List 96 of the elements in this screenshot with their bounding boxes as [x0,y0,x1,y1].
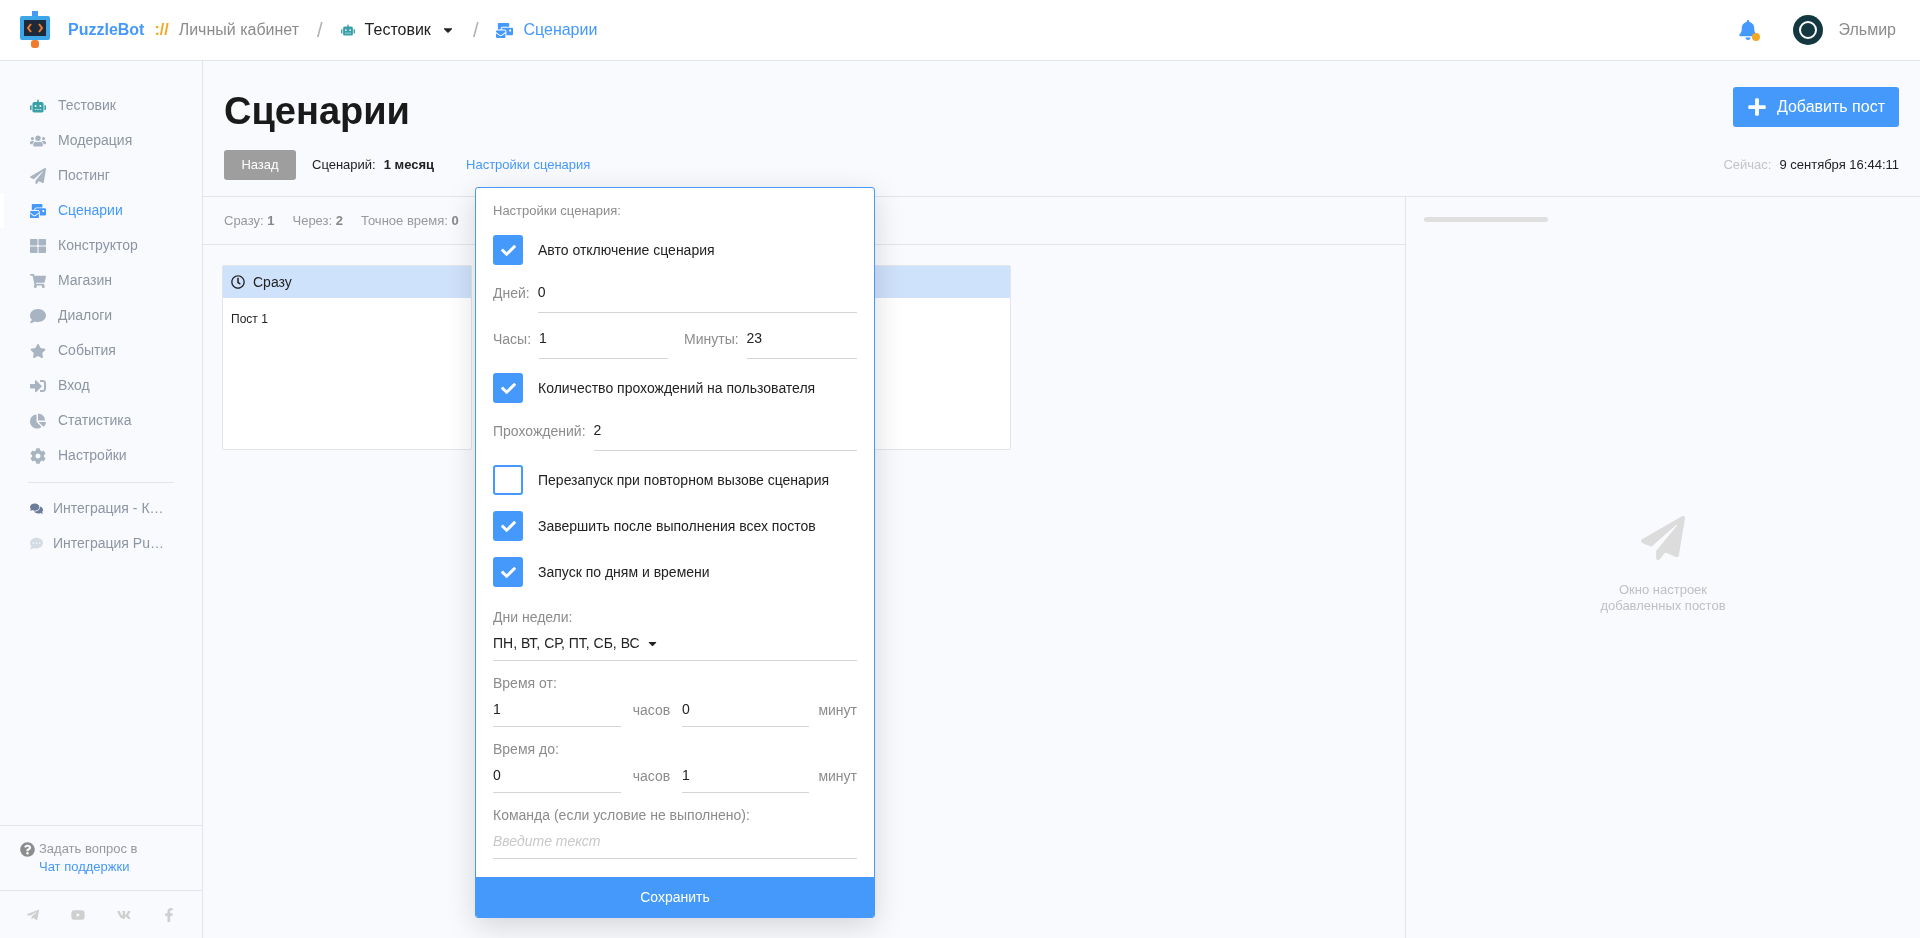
pie-chart-icon [30,412,46,429]
field-label: Команда (если условие не выполнено): [493,806,751,825]
check-icon [500,380,516,396]
settings-icon [30,447,46,464]
field-label: Прохождений: [493,421,586,441]
sidebar-item[interactable]: Постинг [0,158,202,193]
checkbox[interactable] [493,465,523,495]
chat-dots-icon [30,537,43,550]
sidebar-item[interactable]: События [0,333,202,368]
field-label: Минуты: [684,329,739,349]
bell-icon[interactable] [1736,19,1759,41]
input-field[interactable]: 0 [682,693,809,727]
plus-icon [1746,97,1767,117]
check-icon [500,564,516,580]
avatar-icon[interactable] [1792,15,1823,45]
speech-bubbles-icon [30,502,43,515]
youtube-icon[interactable] [71,907,86,922]
input-field[interactable]: 0 [537,273,857,313]
days-select[interactable]: ПН, ВТ, СР, ПТ, СБ, ВС [493,627,857,661]
field-label: Дней: [493,283,530,303]
input-field[interactable]: 23 [746,319,857,359]
sign-in-icon [30,377,46,394]
bot-dropdown[interactable]: Тестовик [340,18,455,42]
sidebar-item[interactable]: Диалоги [0,298,202,333]
field-label: Дни недели: [493,608,574,627]
checkbox-label: Завершить после выполнения всех постов [538,516,816,536]
brand-suffix: :// [154,20,169,40]
paper-plane-icon [1641,516,1685,560]
telegram-icon[interactable] [25,907,40,922]
checkbox[interactable] [493,511,523,541]
robot-icon [30,97,46,114]
checkbox-label: Запуск по дням и времени [538,562,710,582]
breadcrumb-current[interactable]: Сценарии [496,18,598,42]
unit-label: минут [817,766,857,786]
input-field[interactable]: 0 [493,759,621,793]
sidebar-item[interactable]: Интеграция Pu… [0,526,202,561]
input-field[interactable]: 2 [593,411,857,451]
field-label: Время от: [493,674,558,693]
breadcrumb-separator: / [317,18,323,43]
checkbox[interactable] [493,373,523,403]
sidebar-item[interactable]: Конструктор [0,228,202,263]
stat-counter: Сразу: 1 [224,211,275,230]
check-icon [500,518,516,534]
check-icon [500,242,516,258]
paper-plane-icon [30,167,46,184]
checkbox-label: Количество прохождений на пользователя [538,378,816,398]
input-field[interactable]: 1 [493,693,621,727]
help-text: Задать вопрос в Чат поддержки [39,840,139,876]
card-title: Сразу [253,272,292,292]
sidebar-item[interactable]: Интеграция - К… [0,491,202,526]
checkbox-label: Перезапуск при повторном вызове сценария [538,470,830,490]
sidebar-item[interactable]: Вход [0,368,202,403]
stat-counter: Точное время: 0 [361,211,459,230]
page-title: Сценарии [224,92,410,130]
unit-label: минут [817,700,857,720]
breadcrumb-link[interactable]: Личный кабинет [178,18,300,42]
checkbox[interactable] [493,235,523,265]
cart-icon [30,272,46,289]
now-label: Сейчас: [1723,156,1772,175]
support-chat-link[interactable]: Чат поддержки [39,859,130,874]
envelopes-icon [496,21,514,39]
field-label: Часы: [493,329,532,349]
scenario-settings-link[interactable]: Настройки сценария [466,155,591,175]
robot-icon [340,23,355,37]
input-field[interactable]: 1 [682,759,809,793]
user-name[interactable]: Эльмир [1838,18,1896,42]
now-value: 9 сентября 16:44:11 [1779,156,1899,175]
checkbox-label: Авто отключение сценария [538,240,715,260]
unit-label: часов [631,766,672,786]
sidebar-item[interactable]: Модерация [0,123,202,158]
scenario-name: 1 месяц [383,156,435,175]
logo-icon [20,11,50,49]
checkbox[interactable] [493,557,523,587]
sidebar-item[interactable]: Тестовик [0,88,202,123]
sidebar-item[interactable]: Магазин [0,263,202,298]
popup-title: Настройки сценария: [493,202,622,220]
back-button[interactable]: Назад [224,150,296,180]
scenario-label: Сценарий: [312,156,376,175]
help-icon [20,842,35,857]
brand-name[interactable]: PuzzleBot [68,18,145,42]
sidebar-item[interactable]: Статистика [0,403,202,438]
empty-state-text: Окно настроек добавленных постов [1599,582,1727,614]
sidebar-item[interactable]: Настройки [0,438,202,473]
grid-icon [30,237,46,254]
field-label: Время до: [493,740,560,759]
input-field[interactable]: 1 [539,319,668,359]
post-item[interactable]: Пост 1 [231,310,463,328]
unit-label: часов [631,700,672,720]
breadcrumb-separator: / [472,18,479,43]
envelopes-icon [30,202,46,219]
clock-icon [231,275,245,289]
add-post-button[interactable]: Добавить пост [1732,87,1899,127]
star-icon [30,342,46,359]
save-button[interactable]: Сохранить [476,877,874,917]
stat-counter: Через: 2 [292,211,343,230]
speech-bubble-icon [30,307,46,324]
